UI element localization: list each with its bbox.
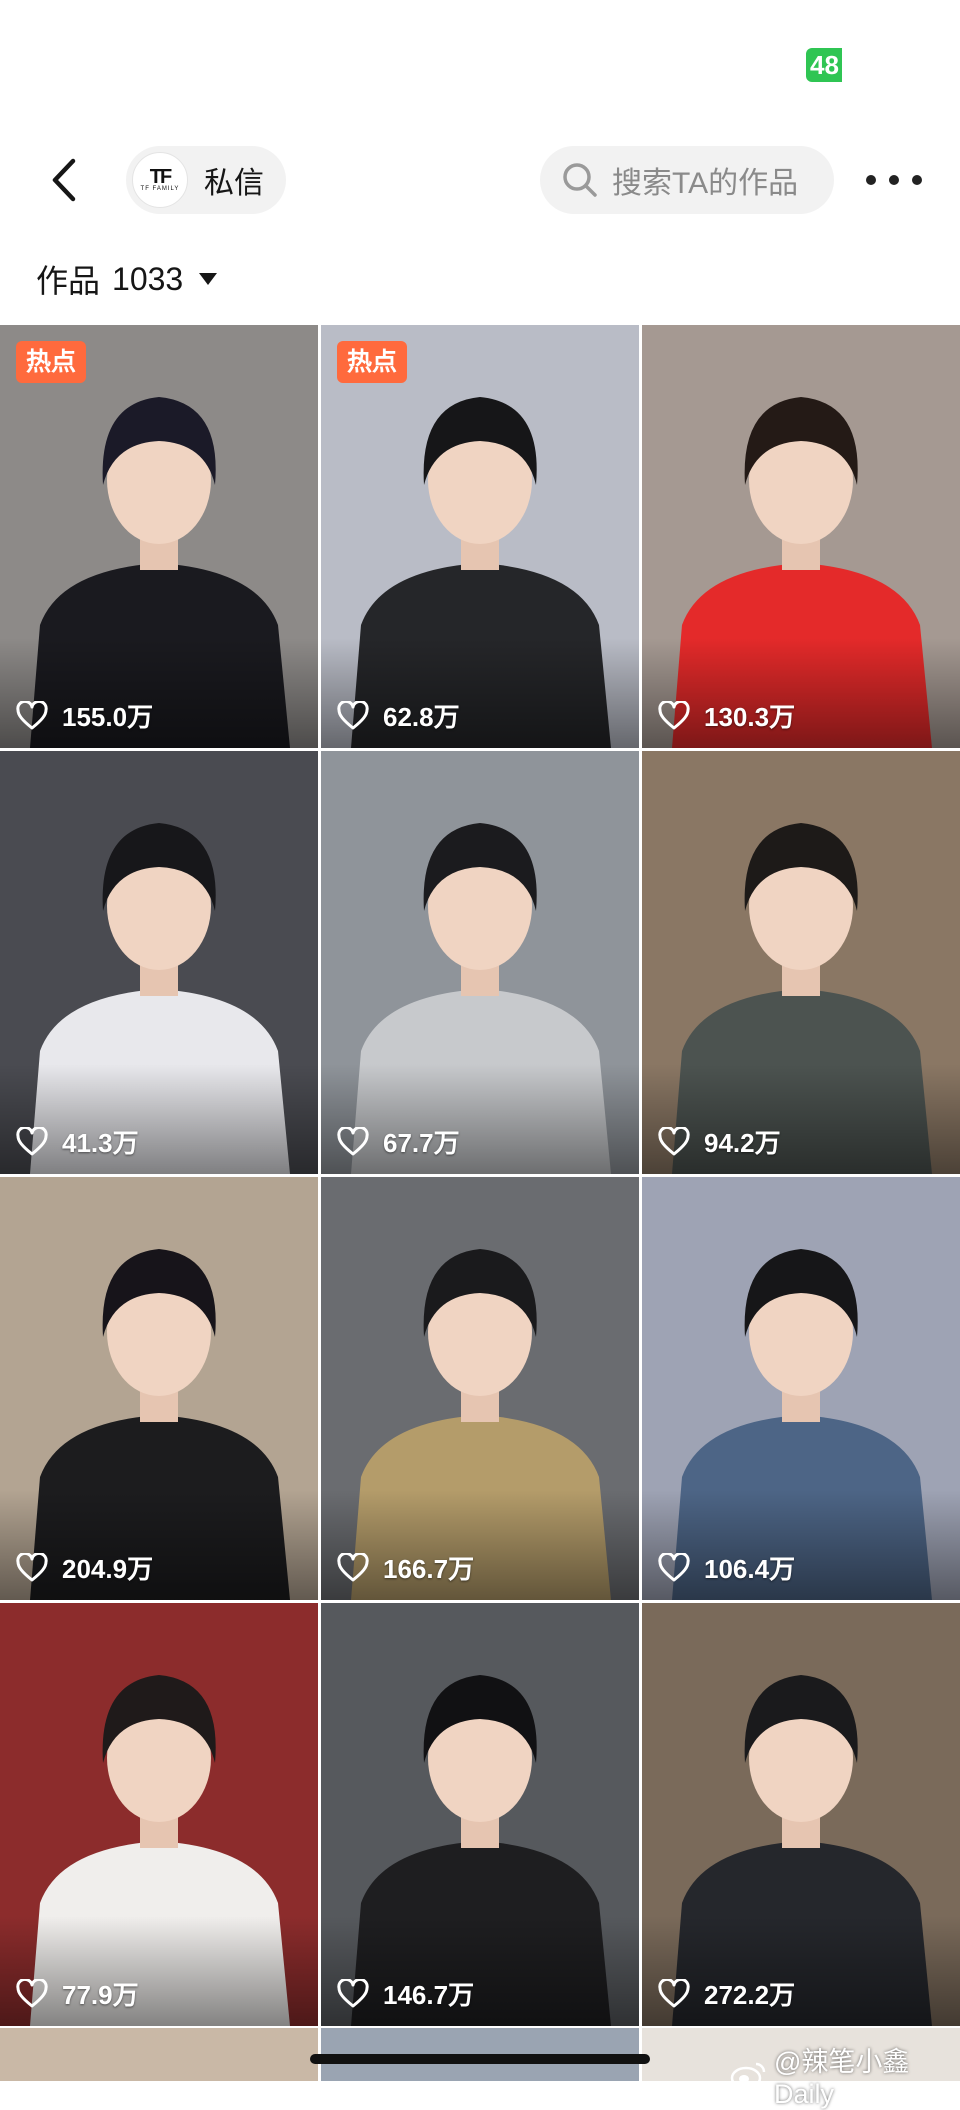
like-count: 62.8万	[383, 702, 460, 732]
like-count: 155.0万	[62, 702, 154, 732]
more-dot-icon	[912, 175, 922, 185]
works-label: 作品	[36, 263, 101, 299]
more-dot-icon	[889, 175, 899, 185]
video-tile[interactable]: 94.2万	[642, 751, 960, 1174]
heart-icon	[337, 700, 369, 731]
like-count: 106.4万	[704, 1554, 796, 1584]
hot-badge: 热点	[337, 341, 408, 383]
watermark: @辣笔小鑫Daily	[730, 2040, 960, 2110]
avatar: TF TF FAMILY	[132, 152, 188, 208]
heart-icon	[658, 700, 690, 731]
hot-badge: 热点	[16, 341, 87, 383]
weibo-logo-icon	[730, 2060, 768, 2090]
profile-header-bar: TF TF FAMILY 私信 搜索TA的作品	[0, 140, 960, 220]
heart-icon	[16, 1552, 48, 1583]
like-count-row: 166.7万	[337, 1549, 474, 1586]
works-sort-dropdown[interactable]: 作品 1033	[36, 256, 218, 302]
like-count: 77.9万	[62, 1980, 139, 2010]
like-count: 41.3万	[62, 1128, 139, 1158]
video-tile[interactable]: 41.3万	[0, 751, 318, 1174]
battery-indicator: 48	[806, 48, 842, 82]
heart-icon	[337, 1126, 369, 1157]
works-count: 1033	[112, 260, 184, 297]
search-input[interactable]: 搜索TA的作品	[540, 146, 834, 214]
like-count-row: 77.9万	[16, 1975, 139, 2012]
like-count-row: 62.8万	[337, 697, 460, 734]
home-indicator[interactable]	[310, 2054, 650, 2064]
heart-icon	[16, 700, 48, 731]
like-count: 146.7万	[383, 1980, 475, 2010]
status-bar: 48	[0, 0, 960, 120]
like-count-row: 41.3万	[16, 1123, 139, 1160]
video-tile-partial[interactable]	[0, 2028, 318, 2081]
like-count-row: 94.2万	[658, 1123, 781, 1160]
like-count: 272.2万	[704, 1980, 796, 2010]
video-tile[interactable]: 146.7万	[321, 1603, 639, 2026]
heart-icon	[16, 1126, 48, 1157]
back-button[interactable]	[38, 154, 90, 206]
more-dot-icon	[866, 175, 876, 185]
video-tile[interactable]: 77.9万	[0, 1603, 318, 2026]
heart-icon	[658, 1978, 690, 2009]
avatar-logo-caption: TF FAMILY	[140, 186, 180, 192]
like-count: 166.7万	[383, 1554, 475, 1584]
avatar-logo-icon: TF	[149, 166, 172, 188]
video-tile[interactable]: 67.7万	[321, 751, 639, 1174]
message-button[interactable]: TF TF FAMILY 私信	[126, 146, 286, 214]
heart-icon	[337, 1552, 369, 1583]
like-count-row: 272.2万	[658, 1975, 795, 2012]
video-tile[interactable]: 130.3万	[642, 325, 960, 748]
heart-icon	[658, 1552, 690, 1583]
video-tile[interactable]: 204.9万	[0, 1177, 318, 1600]
message-label: 私信	[204, 167, 264, 200]
like-count-row: 204.9万	[16, 1549, 153, 1586]
video-tile[interactable]: 272.2万	[642, 1603, 960, 2026]
heart-icon	[16, 1978, 48, 2009]
video-tile[interactable]: 热点 62.8万	[321, 325, 639, 748]
like-count-row: 146.7万	[337, 1975, 474, 2012]
video-tile[interactable]: 166.7万	[321, 1177, 639, 1600]
like-count-row: 130.3万	[658, 697, 795, 734]
like-count-row: 67.7万	[337, 1123, 460, 1160]
heart-icon	[337, 1978, 369, 2009]
more-options-button[interactable]	[866, 160, 922, 200]
video-tile[interactable]: 热点 155.0万	[0, 325, 318, 748]
like-count: 204.9万	[62, 1554, 154, 1584]
watermark-text: @辣笔小鑫Daily	[774, 2047, 910, 2109]
chevron-left-icon	[52, 158, 76, 202]
like-count: 94.2万	[704, 1128, 781, 1158]
like-count-row: 155.0万	[16, 697, 153, 734]
heart-icon	[658, 1126, 690, 1157]
search-icon	[560, 160, 600, 200]
video-tile[interactable]: 106.4万	[642, 1177, 960, 1600]
search-placeholder: 搜索TA的作品	[612, 167, 799, 200]
like-count: 130.3万	[704, 702, 796, 732]
like-count-row: 106.4万	[658, 1549, 795, 1586]
like-count: 67.7万	[383, 1128, 460, 1158]
caret-down-icon	[199, 273, 218, 285]
